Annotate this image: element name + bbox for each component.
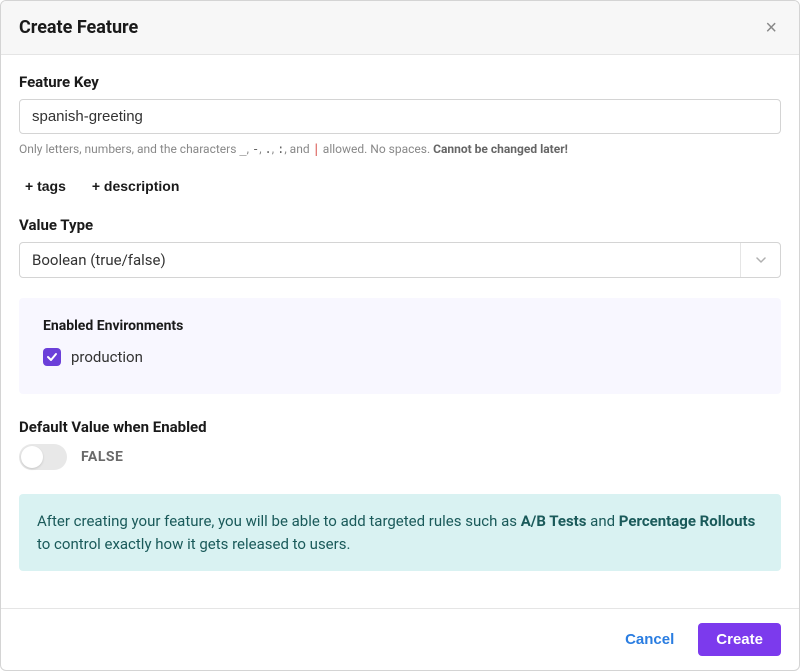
add-tags-button[interactable]: + tags [19,174,72,198]
default-value-section: Default Value when Enabled FALSE [19,418,781,470]
modal-footer: Cancel Create [1,608,799,670]
environment-item: production [43,348,757,366]
modal-title: Create Feature [19,17,138,38]
toggle-row: FALSE [19,444,781,470]
feature-key-helper: Only letters, numbers, and the character… [19,142,781,156]
create-feature-modal: Create Feature × Feature Key Only letter… [0,0,800,671]
toggle-label-text: FALSE [81,449,123,465]
default-value-label: Default Value when Enabled [19,418,781,436]
chevron-down-icon [740,243,780,277]
feature-key-input[interactable] [19,99,781,134]
value-type-select[interactable]: Boolean (true/false) [19,242,781,278]
chip-row: + tags + description [19,174,781,198]
add-description-button[interactable]: + description [86,174,186,198]
toggle-knob [21,446,43,468]
info-box: After creating your feature, you will be… [19,494,781,571]
modal-header: Create Feature × [1,1,799,55]
environments-panel: Enabled Environments production [19,298,781,394]
value-type-selected: Boolean (true/false) [20,243,740,277]
cancel-button[interactable]: Cancel [615,625,684,654]
environment-checkbox[interactable] [43,348,61,366]
environment-name: production [71,348,143,366]
feature-key-label: Feature Key [19,73,781,91]
check-icon [46,351,58,363]
environments-title: Enabled Environments [43,318,757,334]
close-button[interactable]: × [761,18,781,38]
value-type-label: Value Type [19,216,781,234]
close-icon: × [765,17,777,39]
modal-body: Feature Key Only letters, numbers, and t… [1,55,799,608]
default-value-toggle[interactable] [19,444,67,470]
create-button[interactable]: Create [698,623,781,656]
